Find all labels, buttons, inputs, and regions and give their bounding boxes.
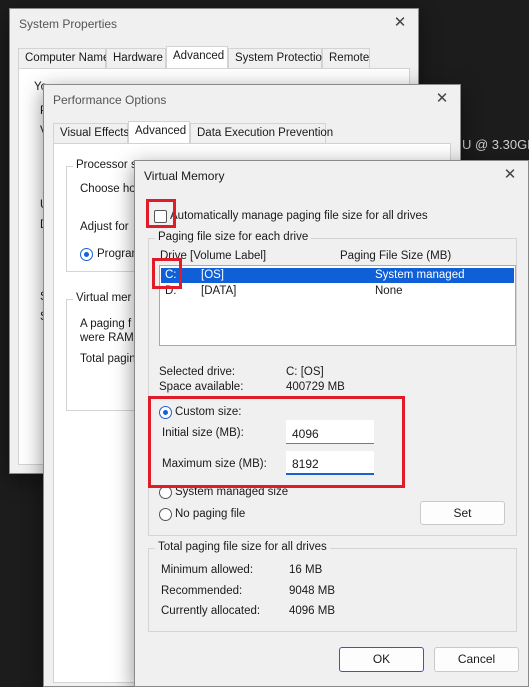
initial-size-input[interactable] xyxy=(286,420,374,444)
paging-text: were RAM xyxy=(80,332,134,344)
space-available-value: 400729 MB xyxy=(286,381,345,393)
no-paging-radio[interactable] xyxy=(159,508,172,521)
table-row[interactable]: D: [DATA] None xyxy=(161,284,514,299)
maximum-size-input[interactable] xyxy=(286,451,374,475)
custom-size-radio[interactable] xyxy=(159,406,172,419)
currently-allocated-label: Currently allocated: xyxy=(161,605,261,617)
tab-remote[interactable]: Remote xyxy=(322,48,370,68)
maximum-size-label: Maximum size (MB): xyxy=(162,458,267,470)
programs-radio[interactable] xyxy=(80,248,93,261)
selected-drive-value: C: [OS] xyxy=(286,366,324,378)
close-icon[interactable]: ✕ xyxy=(390,13,410,33)
selected-drive-label: Selected drive: xyxy=(159,366,236,378)
drive-letter: C: xyxy=(165,269,177,281)
currently-allocated-value: 4096 MB xyxy=(289,605,336,617)
tab-hardware[interactable]: Hardware xyxy=(106,48,166,68)
auto-manage-checkbox[interactable] xyxy=(154,210,167,223)
column-size-header: Paging File Size (MB) xyxy=(340,250,452,262)
close-icon[interactable]: ✕ xyxy=(432,89,452,109)
drive-size: System managed xyxy=(375,269,465,281)
choose-text: Choose ho xyxy=(80,183,136,195)
adjust-text: Adjust for xyxy=(80,221,129,233)
tab-advanced[interactable]: Advanced xyxy=(166,46,228,68)
drive-list[interactable]: C: [OS] System managed D: [DATA] None xyxy=(159,265,516,346)
custom-size-label[interactable]: Custom size: xyxy=(175,406,241,418)
space-available-label: Space available: xyxy=(159,381,244,393)
system-managed-label[interactable]: System managed size xyxy=(175,486,288,498)
recommended-label: Recommended: xyxy=(161,585,243,597)
virtual-memory-dialog: Virtual Memory ✕ Automatically manage pa… xyxy=(134,160,529,687)
tab-visual-effects[interactable]: Visual Effects xyxy=(53,123,129,143)
minimum-allowed-value: 16 MB xyxy=(289,564,323,576)
cancel-button[interactable]: Cancel xyxy=(434,647,519,672)
performance-options-title: Performance Options xyxy=(53,93,167,107)
no-paging-label[interactable]: No paging file xyxy=(175,508,245,520)
paging-text: A paging f xyxy=(80,318,132,330)
tab-system-protection[interactable]: System Protection xyxy=(228,48,328,68)
minimum-allowed-label: Minimum allowed: xyxy=(161,564,254,576)
ok-button[interactable]: OK xyxy=(339,647,424,672)
recommended-value: 9048 MB xyxy=(289,585,336,597)
system-properties-title: System Properties xyxy=(19,17,118,31)
drive-size: None xyxy=(375,285,403,297)
system-managed-radio[interactable] xyxy=(159,486,172,499)
tab-computer-name[interactable]: Computer Name xyxy=(18,48,109,68)
total-paging-text: Total pagin xyxy=(80,353,136,365)
auto-manage-label[interactable]: Automatically manage paging file size fo… xyxy=(170,210,428,222)
drive-letter: D: xyxy=(165,285,177,297)
drive-label: [DATA] xyxy=(201,285,237,297)
column-drive-header: Drive [Volume Label] xyxy=(160,250,267,262)
table-row[interactable]: C: [OS] System managed xyxy=(161,268,514,283)
tab-data-execution-prevention[interactable]: Data Execution Prevention xyxy=(190,123,333,143)
initial-size-label: Initial size (MB): xyxy=(162,427,244,439)
set-button[interactable]: Set xyxy=(420,501,505,525)
tab-advanced[interactable]: Advanced xyxy=(128,121,190,143)
virtual-memory-title: Virtual Memory xyxy=(144,169,225,183)
drive-label: [OS] xyxy=(201,269,225,281)
background-cpu-text: U @ 3.30GH xyxy=(462,137,529,152)
close-icon[interactable]: ✕ xyxy=(500,165,520,185)
